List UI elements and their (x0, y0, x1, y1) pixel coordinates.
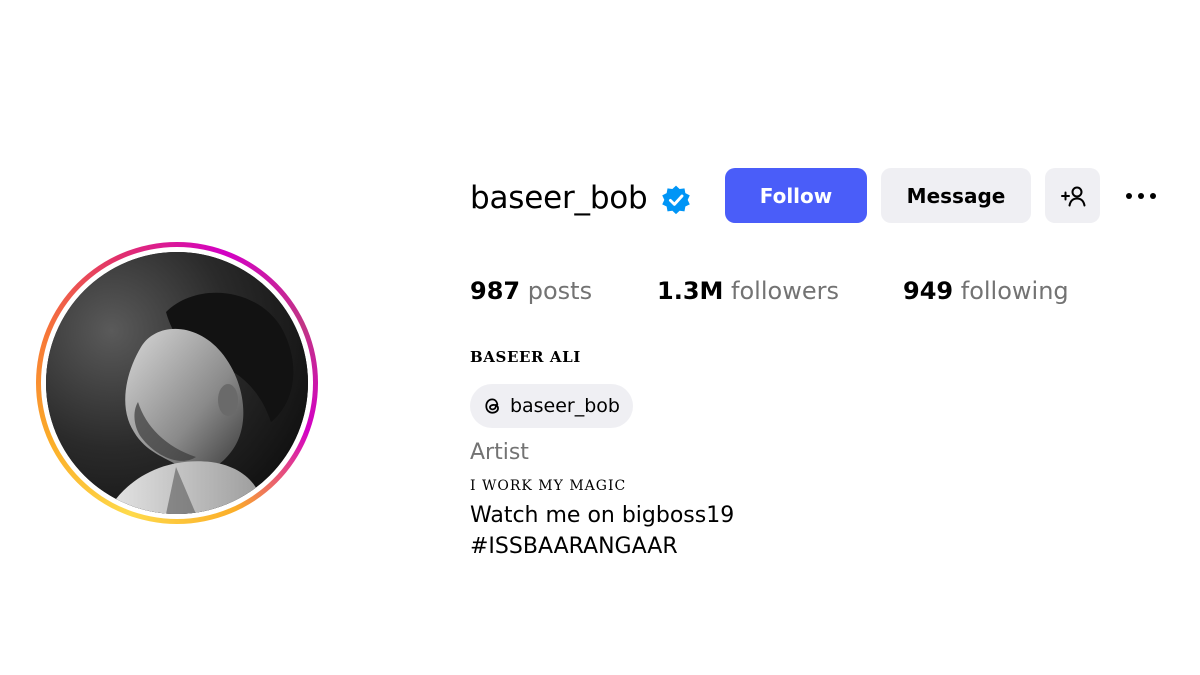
posts-count-label: posts (527, 277, 593, 305)
message-button[interactable]: Message (881, 168, 1031, 223)
add-user-icon (1060, 186, 1085, 206)
followers-count[interactable]: 1.3M followers (657, 273, 839, 309)
avatar[interactable] (46, 252, 308, 514)
profile-username: baseer_bob (470, 180, 648, 216)
posts-count-value: 987 (470, 277, 521, 305)
avatar-photo (46, 252, 308, 514)
following-count-value: 949 (903, 277, 954, 305)
more-options-dot (1138, 193, 1144, 199)
threads-icon (485, 398, 499, 414)
follow-button[interactable]: Follow (725, 168, 867, 223)
more-options-icon (1126, 193, 1132, 199)
bio-hashtag[interactable]: #ISSBAARANGAAR (470, 534, 678, 559)
followers-count-value: 1.3M (657, 277, 724, 305)
suggested-users-button[interactable] (1045, 168, 1100, 223)
following-count[interactable]: 949 following (903, 273, 1069, 309)
following-count-label: following (960, 277, 1069, 305)
followers-count-label: followers (731, 277, 839, 305)
threads-link[interactable]: baseer_bob (470, 384, 633, 428)
avatar-border (41, 247, 313, 519)
story-ring[interactable] (36, 242, 318, 524)
profile-page: baseer_bob Follow Message 987 posts 1.3M… (0, 0, 1200, 675)
verified-badge-icon (662, 185, 690, 215)
profile-category: Artist (470, 440, 529, 465)
bio-line: Watch me on bigboss19 (470, 503, 735, 528)
bio-line: I WORK MY MAGIC (470, 478, 627, 494)
more-options-button[interactable] (1118, 182, 1164, 210)
profile-full-name: BASEER ALI (470, 348, 581, 366)
threads-handle: baseer_bob (509, 395, 620, 417)
posts-count[interactable]: 987 posts (470, 273, 592, 309)
more-options-dot (1150, 193, 1156, 199)
